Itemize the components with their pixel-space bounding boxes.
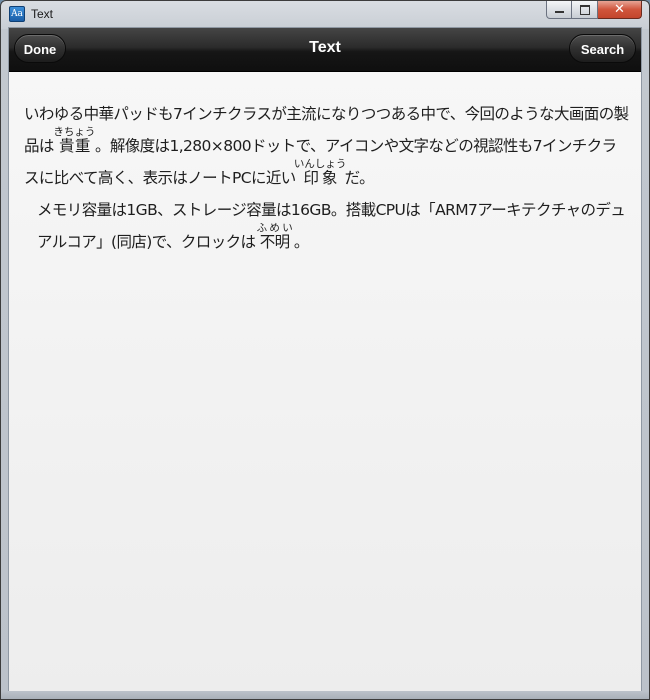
app-window: Aa Text ✕ Done Text Search いわゆる中華パッドも7イン… [0,0,650,700]
maximize-button[interactable] [572,1,598,19]
paragraph-2: メモリ容量は1GB、ストレージ容量は16GB。搭載CPUは「ARM7アーキテクチ… [24,194,629,258]
ruby-inshou-reading: いんしょう [293,158,347,170]
ruby-fumei: 不明 ふめい [255,222,293,251]
text-app-icon: Aa [9,6,25,22]
search-button[interactable]: Search [569,34,636,63]
window-bottom-edge[interactable] [1,691,649,699]
client-area: Done Text Search いわゆる中華パッドも7インチクラスが主流になり… [8,27,642,693]
ruby-inshou: 印象 いんしょう [294,158,347,187]
page-title: Text [309,39,341,56]
ruby-kichou: 貴重 きちょう [53,126,95,155]
maximize-icon [580,5,590,15]
window-title: Text [31,7,54,21]
ruby-kichou-base: 貴重 [59,137,91,155]
ruby-kichou-reading: きちょう [53,126,96,138]
article-body: いわゆる中華パッドも7インチクラスが主流になりつつある中で、今回のような大画面の… [24,98,629,258]
ruby-fumei-base: 不明 [259,233,290,251]
p2-text-2: 。 [293,233,310,251]
close-button[interactable]: ✕ [598,1,642,19]
ruby-inshou-base: 印象 [303,169,341,187]
ruby-fumei-reading: ふめい [255,222,294,234]
minimize-button[interactable] [546,1,572,19]
close-icon: ✕ [614,2,625,17]
text-view[interactable]: いわゆる中華パッドも7インチクラスが主流になりつつある中で、今回のような大画面の… [9,72,641,692]
p1-text-3: だ。 [344,169,375,187]
paragraph-1: いわゆる中華パッドも7インチクラスが主流になりつつある中で、今回のような大画面の… [24,98,629,194]
minimize-icon [555,11,564,13]
navigation-bar: Done Text Search [9,28,641,72]
window-titlebar[interactable]: Aa Text ✕ [1,1,649,27]
p2-text-1: メモリ容量は1GB、ストレージ容量は16GB。搭載CPUは「ARM7アーキテクチ… [37,201,626,251]
caption-buttons: ✕ [546,1,642,19]
